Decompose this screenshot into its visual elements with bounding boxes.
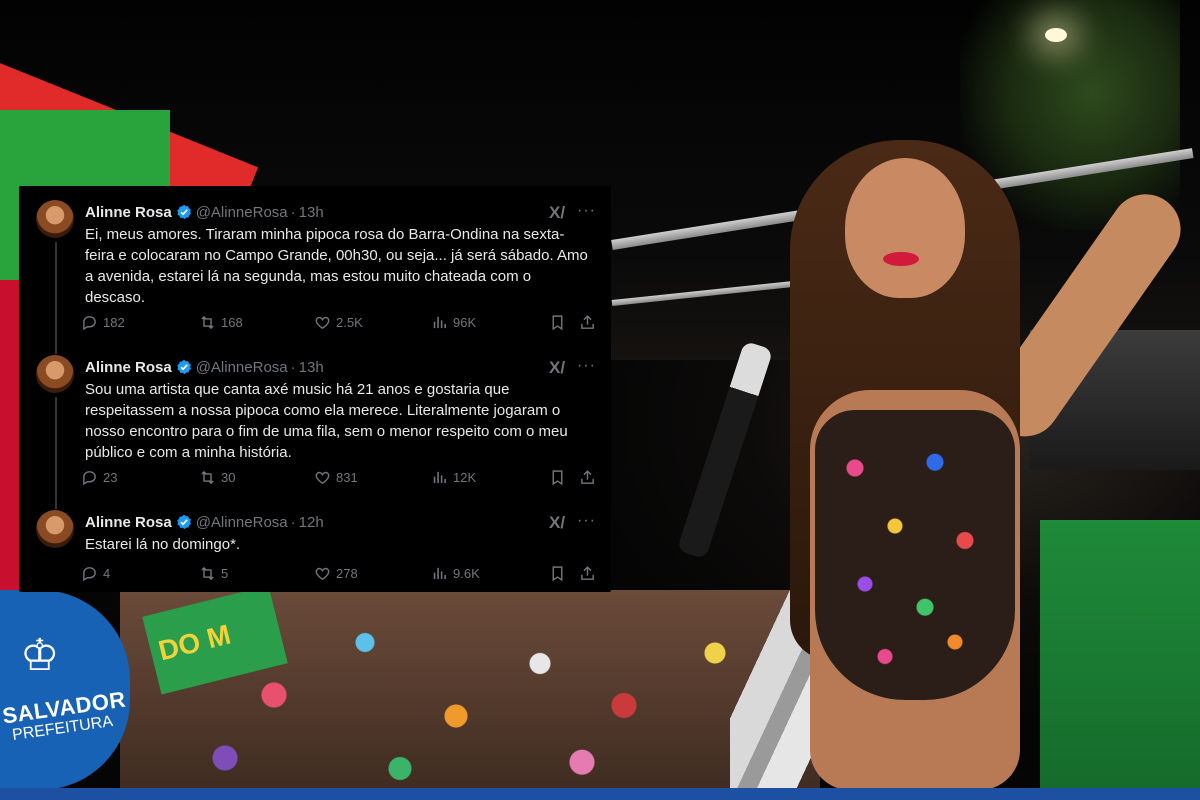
like-count: 831: [336, 469, 358, 485]
retweet-count: 5: [221, 565, 229, 581]
tweet-actions: 4 5 278 9.6K: [81, 563, 601, 583]
like-count: 2.5K: [336, 314, 363, 330]
separator: ·: [290, 203, 296, 221]
reply-button[interactable]: 182: [81, 312, 125, 332]
views-button[interactable]: 9.6K: [431, 563, 480, 583]
tweet-text: Ei, meus amores. Tiraram minha pipoca ro…: [85, 226, 588, 306]
heart-icon: [315, 567, 330, 580]
views-button[interactable]: 96K: [431, 312, 476, 332]
salvador-crest-icon: ♔: [20, 631, 60, 680]
thread-line: [55, 397, 57, 509]
heart-icon: [315, 316, 330, 329]
tweet-actions: 23 30 831 12K: [81, 467, 601, 487]
timestamp[interactable]: 12h: [299, 514, 324, 531]
reply-button[interactable]: 4: [81, 563, 110, 583]
share-icon: [581, 469, 594, 484]
heart-icon: [315, 471, 330, 484]
more-icon[interactable]: ···: [577, 357, 597, 375]
retweet-button[interactable]: 30: [199, 467, 235, 487]
avatar[interactable]: [36, 200, 74, 238]
reply-icon: [83, 315, 96, 330]
like-button[interactable]: 2.5K: [314, 312, 363, 332]
tweet-text: Sou uma artista que canta axé music há 2…: [85, 381, 568, 461]
share-icon: [581, 314, 594, 329]
tweet-header: Alinne Rosa @AlinneRosa · 12h: [85, 512, 324, 532]
separator: ·: [290, 513, 296, 531]
share-button[interactable]: [579, 312, 596, 332]
retweet-button[interactable]: 5: [199, 563, 228, 583]
avatar[interactable]: [36, 510, 74, 548]
author-handle[interactable]: @AlinneRosa: [196, 359, 288, 376]
views-button[interactable]: 12K: [431, 467, 476, 487]
bookmark-icon: [552, 565, 563, 581]
performer: [676, 140, 1195, 800]
bookmark-button[interactable]: [549, 467, 566, 487]
reply-icon: [83, 470, 96, 485]
views-icon: [433, 471, 446, 483]
retweet-icon: [201, 315, 214, 329]
bottom-strip: [0, 788, 1200, 800]
separator: ·: [290, 358, 296, 376]
views-count: 12K: [453, 469, 477, 485]
thread-line: [55, 242, 57, 354]
retweet-icon: [201, 566, 214, 580]
timestamp[interactable]: 13h: [299, 359, 324, 376]
retweet-count: 30: [221, 469, 236, 485]
tweet-header: Alinne Rosa @AlinneRosa · 13h: [85, 357, 324, 377]
more-icon[interactable]: ···: [577, 202, 597, 220]
bookmark-button[interactable]: [549, 312, 566, 332]
reply-count: 23: [103, 469, 118, 485]
author-name[interactable]: Alinne Rosa: [85, 204, 172, 221]
retweet-count: 168: [221, 314, 243, 330]
verified-badge-icon: [176, 204, 192, 220]
views-icon: [433, 316, 446, 328]
verified-badge-icon: [176, 514, 192, 530]
grok-icon[interactable]: X/: [549, 514, 567, 532]
reply-button[interactable]: 23: [81, 467, 117, 487]
grok-icon[interactable]: X/: [549, 359, 567, 377]
like-button[interactable]: 278: [314, 563, 358, 583]
share-icon: [581, 565, 594, 580]
more-icon[interactable]: ···: [577, 512, 597, 530]
views-icon: [433, 567, 446, 579]
performer-lips: [883, 252, 919, 266]
like-count: 278: [336, 565, 358, 581]
verified-badge-icon: [176, 359, 192, 375]
retweet-icon: [201, 470, 214, 484]
author-handle[interactable]: @AlinneRosa: [196, 514, 288, 531]
salvador-logo: ♔ SALVADOR PREFEITURA: [0, 590, 130, 790]
tweet-thread-screenshot: Alinne Rosa @AlinneRosa · 13h X/ ··· Ei,…: [19, 186, 611, 592]
tweet-header: Alinne Rosa @AlinneRosa · 13h: [85, 202, 324, 222]
timestamp[interactable]: 13h: [299, 204, 324, 221]
grok-icon[interactable]: X/: [549, 204, 567, 222]
author-name[interactable]: Alinne Rosa: [85, 359, 172, 376]
author-name[interactable]: Alinne Rosa: [85, 514, 172, 531]
avatar[interactable]: [36, 355, 74, 393]
share-button[interactable]: [579, 563, 596, 583]
bookmark-button[interactable]: [549, 563, 566, 583]
tweet-actions: 182 168 2.5K 96K: [81, 312, 601, 332]
reply-count: 4: [103, 565, 111, 581]
retweet-button[interactable]: 168: [199, 312, 243, 332]
like-button[interactable]: 831: [314, 467, 358, 487]
author-handle[interactable]: @AlinneRosa: [196, 204, 288, 221]
views-count: 96K: [453, 314, 477, 330]
views-count: 9.6K: [453, 565, 480, 581]
share-button[interactable]: [579, 467, 596, 487]
tweet-text: Estarei lá no domingo*.: [85, 536, 241, 553]
reply-icon: [83, 566, 96, 581]
sequined-bodysuit: [815, 410, 1015, 700]
bookmark-icon: [552, 469, 563, 485]
street-light: [1045, 28, 1067, 42]
bookmark-icon: [552, 314, 563, 330]
reply-count: 182: [103, 314, 125, 330]
performer-face: [845, 158, 965, 298]
